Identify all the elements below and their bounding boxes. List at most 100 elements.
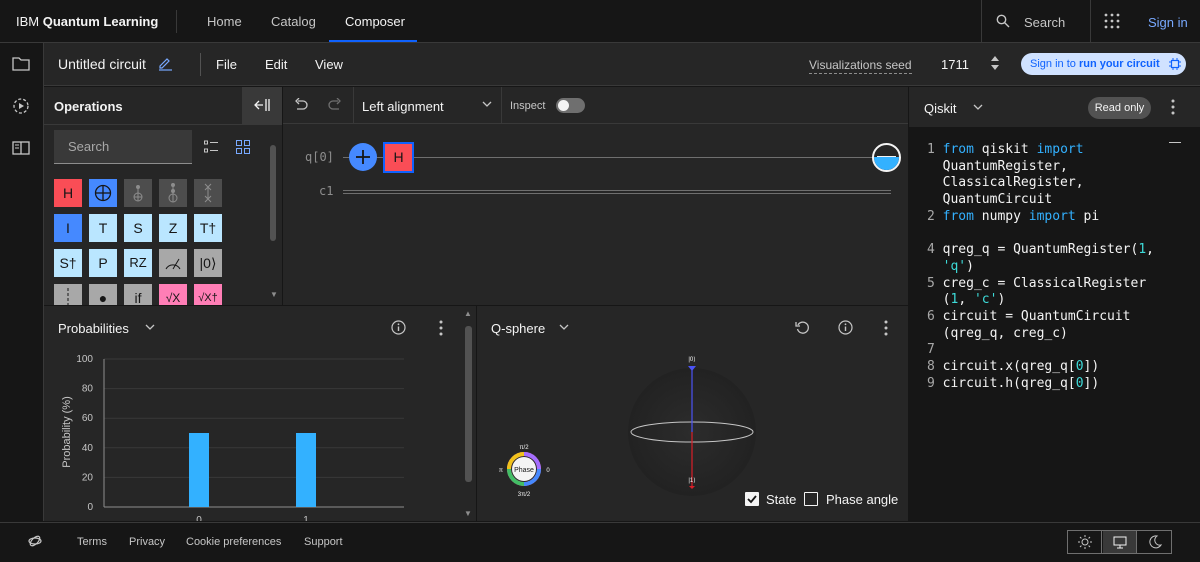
- info-icon[interactable]: [838, 320, 853, 335]
- undo-icon[interactable]: [294, 98, 308, 112]
- state-checkbox-label[interactable]: State: [766, 492, 796, 507]
- app-switcher-icon[interactable]: [1104, 13, 1120, 29]
- menu-view[interactable]: View: [315, 57, 343, 72]
- footer-terms[interactable]: Terms: [77, 536, 107, 548]
- phase-tick-left: π: [499, 468, 503, 474]
- scroll-down-icon[interactable]: ▼: [464, 509, 472, 518]
- divider: [981, 0, 982, 43]
- code-text: 1 from qiskit import QuantumRegister, Cl…: [927, 142, 1154, 391]
- top-header: IBM Quantum Learning Home Catalog Compos…: [0, 0, 1200, 43]
- bar-0[interactable]: [189, 433, 209, 507]
- divider: [176, 10, 177, 33]
- circuit-name[interactable]: Untitled circuit: [58, 56, 146, 72]
- phase-tick-top: π/2: [519, 445, 529, 451]
- system-theme-button[interactable]: [1103, 531, 1137, 553]
- edit-name-icon[interactable]: [157, 55, 173, 71]
- i-gate[interactable]: I: [54, 214, 82, 242]
- cnot-gate[interactable]: [89, 179, 117, 207]
- sxdg-gate[interactable]: √X†: [194, 284, 222, 305]
- seed-stepper-icon[interactable]: [990, 54, 1000, 72]
- nav-home[interactable]: Home: [191, 0, 258, 42]
- footer-cookie-preferences[interactable]: Cookie preferences: [186, 536, 281, 548]
- qubit-label[interactable]: q[0]: [305, 150, 334, 164]
- rz-gate[interactable]: RZ: [124, 249, 152, 277]
- h-gate-placed[interactable]: H: [383, 142, 414, 173]
- chevron-down-icon[interactable]: [973, 104, 983, 111]
- scroll-down-icon[interactable]: ▼: [270, 290, 278, 299]
- probability-chart: 020406080100 01 Probability (%): [61, 354, 404, 521]
- x-gate-placed[interactable]: [349, 143, 377, 171]
- bar-1[interactable]: [296, 433, 316, 507]
- qsphere-title[interactable]: Q-sphere: [491, 321, 545, 336]
- probabilities-title[interactable]: Probabilities: [58, 321, 129, 336]
- search-icon[interactable]: [996, 14, 1010, 28]
- state-checkbox[interactable]: [745, 492, 759, 506]
- qubit-state-indicator[interactable]: [872, 143, 901, 172]
- footer-support[interactable]: Support: [304, 536, 343, 548]
- s-gate[interactable]: S: [124, 214, 152, 242]
- tdg-gate[interactable]: T†: [194, 214, 222, 242]
- light-theme-button[interactable]: [1068, 531, 1102, 553]
- overflow-menu-icon[interactable]: [884, 320, 888, 336]
- left-rail: [0, 43, 44, 521]
- toffoli-gate[interactable]: [124, 179, 152, 207]
- chevron-down-icon[interactable]: [145, 324, 155, 331]
- search-label[interactable]: Search: [1024, 15, 1065, 30]
- operations-search-input[interactable]: Search: [54, 130, 192, 164]
- p-gate[interactable]: P: [89, 249, 117, 277]
- measure-z-gate[interactable]: [159, 249, 187, 277]
- z-gate[interactable]: Z: [159, 214, 187, 242]
- theme-switcher: [1067, 530, 1172, 554]
- inspect-toggle[interactable]: [556, 98, 585, 113]
- run-circuit-button[interactable]: Sign in to run your circuit: [1021, 53, 1186, 75]
- sdg-gate[interactable]: S†: [54, 249, 82, 277]
- divider: [44, 124, 282, 125]
- h-gate[interactable]: H: [54, 179, 82, 207]
- history-icon[interactable]: [12, 97, 30, 115]
- sign-in-link[interactable]: Sign in: [1148, 15, 1188, 30]
- if-gate[interactable]: if: [124, 284, 152, 305]
- redo-icon[interactable]: [328, 98, 342, 112]
- footer-privacy[interactable]: Privacy: [129, 536, 165, 548]
- nav-composer[interactable]: Composer: [329, 0, 417, 42]
- swap-gate[interactable]: [194, 179, 222, 207]
- info-icon[interactable]: [391, 320, 406, 335]
- seed-value[interactable]: 1711: [941, 57, 969, 72]
- operations-scrollbar[interactable]: [270, 145, 276, 241]
- run-prefix: Sign in to: [1030, 58, 1076, 70]
- alignment-select[interactable]: Left alignment: [362, 99, 444, 114]
- qubit-wire: [343, 157, 873, 158]
- menu-file[interactable]: File: [216, 57, 237, 72]
- read-only-badge: Read only: [1088, 97, 1151, 119]
- dark-theme-button[interactable]: [1138, 531, 1172, 553]
- barrier-gate[interactable]: [54, 284, 82, 305]
- code-editor[interactable]: 1 from qiskit import QuantumRegister, Cl…: [909, 127, 1200, 521]
- control-gate[interactable]: ●: [89, 284, 117, 305]
- sx-gate[interactable]: √X: [159, 284, 187, 305]
- divider: [501, 87, 502, 124]
- collapse-panel-button[interactable]: [242, 87, 282, 124]
- phase-angle-checkbox-label[interactable]: Phase angle: [826, 492, 898, 507]
- ibm-logo-icon[interactable]: [27, 534, 43, 548]
- brand-logo[interactable]: IBM Quantum Learning: [16, 14, 158, 29]
- phase-angle-checkbox[interactable]: [804, 492, 818, 506]
- chevron-down-icon[interactable]: [559, 324, 569, 331]
- reset-gate[interactable]: |0⟩: [194, 249, 222, 277]
- t-gate[interactable]: T: [89, 214, 117, 242]
- folder-icon[interactable]: [12, 56, 30, 72]
- chevron-down-icon[interactable]: [482, 101, 492, 108]
- menu-edit[interactable]: Edit: [265, 57, 287, 72]
- overflow-menu-icon[interactable]: [439, 320, 443, 336]
- scroll-up-icon[interactable]: ▲: [464, 309, 472, 318]
- grid-view-icon[interactable]: [236, 140, 250, 154]
- language-select[interactable]: Qiskit: [924, 101, 957, 116]
- nav-catalog[interactable]: Catalog: [255, 0, 332, 42]
- docs-icon[interactable]: [12, 140, 30, 156]
- overflow-menu-icon[interactable]: [1171, 99, 1175, 115]
- ccx-gate[interactable]: [159, 179, 187, 207]
- panel-scrollbar[interactable]: [465, 326, 472, 482]
- reset-view-icon[interactable]: [795, 320, 810, 335]
- list-view-icon[interactable]: [204, 140, 218, 154]
- seed-label[interactable]: Visualizations seed: [809, 58, 912, 74]
- operations-title: Operations: [54, 99, 123, 114]
